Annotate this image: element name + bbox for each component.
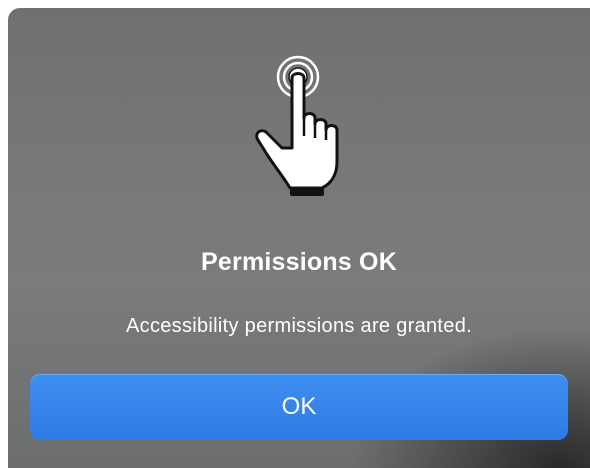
dialog-message: Accessibility permissions are granted. xyxy=(126,315,472,337)
permissions-dialog: Permissions OK Accessibility permissions… xyxy=(8,8,590,468)
dialog-title: Permissions OK xyxy=(201,248,397,276)
ok-button[interactable]: OK xyxy=(30,374,568,440)
pointing-hand-tap-icon xyxy=(246,52,356,202)
